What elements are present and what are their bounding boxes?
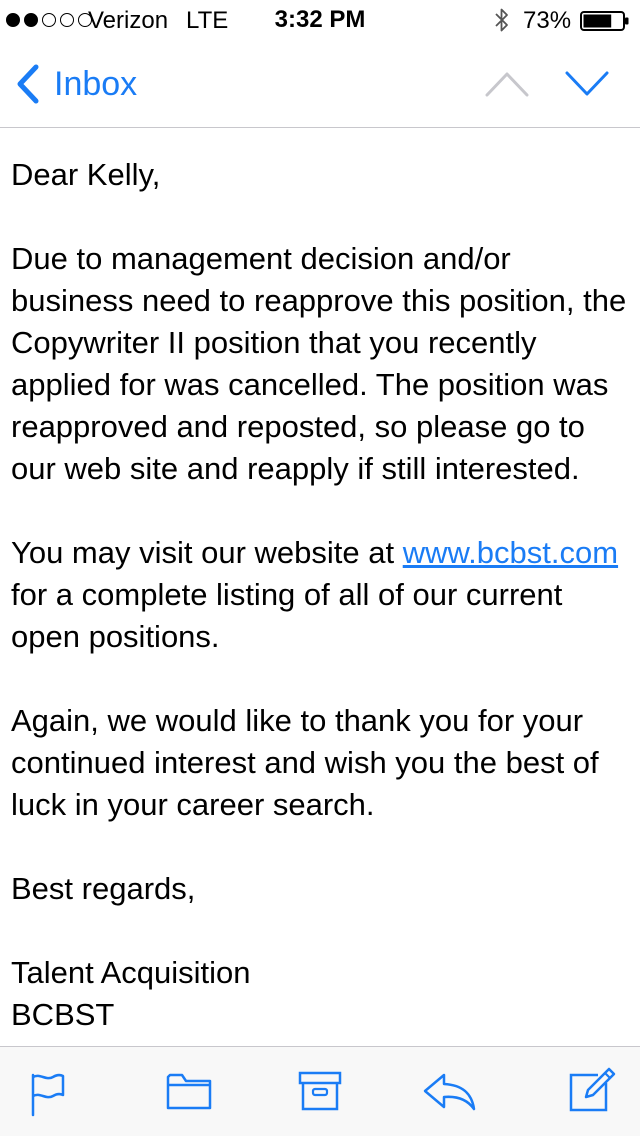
back-button-label: Inbox	[54, 65, 138, 103]
battery-percentage: 73%	[523, 7, 572, 34]
message-text: Dear Kelly, Due to management decision a…	[11, 154, 635, 1036]
reply-icon[interactable]	[422, 1071, 478, 1111]
chevron-left-icon	[17, 64, 39, 104]
closing: Best regards,	[11, 871, 196, 906]
next-message-button[interactable]	[564, 70, 610, 98]
website-text-before: You may visit our website at	[11, 535, 403, 570]
signature-department: Talent Acquisition	[11, 955, 251, 990]
paragraph-thanks: Again, we would like to thank you for yo…	[11, 703, 599, 822]
greeting: Dear Kelly,	[11, 157, 161, 192]
paragraph-reposting: Due to management decision and/or busine…	[11, 241, 627, 486]
compose-icon[interactable]	[568, 1065, 616, 1113]
status-bar: Verizon LTE 3:32 PM 73%	[0, 0, 640, 40]
signature-company: BCBST	[11, 997, 115, 1032]
flag-icon[interactable]	[28, 1071, 68, 1117]
website-text-after: for a complete listing of all of our cur…	[11, 577, 563, 654]
battery-icon	[580, 11, 629, 31]
paragraph-website: You may visit our website at www.bcbst.c…	[11, 532, 635, 658]
bluetooth-icon	[495, 8, 508, 32]
message-body[interactable]: Dear Kelly, Due to management decision a…	[0, 128, 640, 1046]
folder-icon[interactable]	[166, 1071, 212, 1111]
navigation-bar: Inbox	[0, 40, 640, 128]
signature: Talent Acquisition BCBST	[11, 952, 635, 1036]
archive-icon[interactable]	[298, 1071, 342, 1111]
website-link[interactable]: www.bcbst.com	[403, 535, 618, 570]
bottom-toolbar	[0, 1046, 640, 1136]
previous-message-button[interactable]	[484, 70, 530, 98]
back-to-inbox-button[interactable]: Inbox	[14, 63, 137, 105]
